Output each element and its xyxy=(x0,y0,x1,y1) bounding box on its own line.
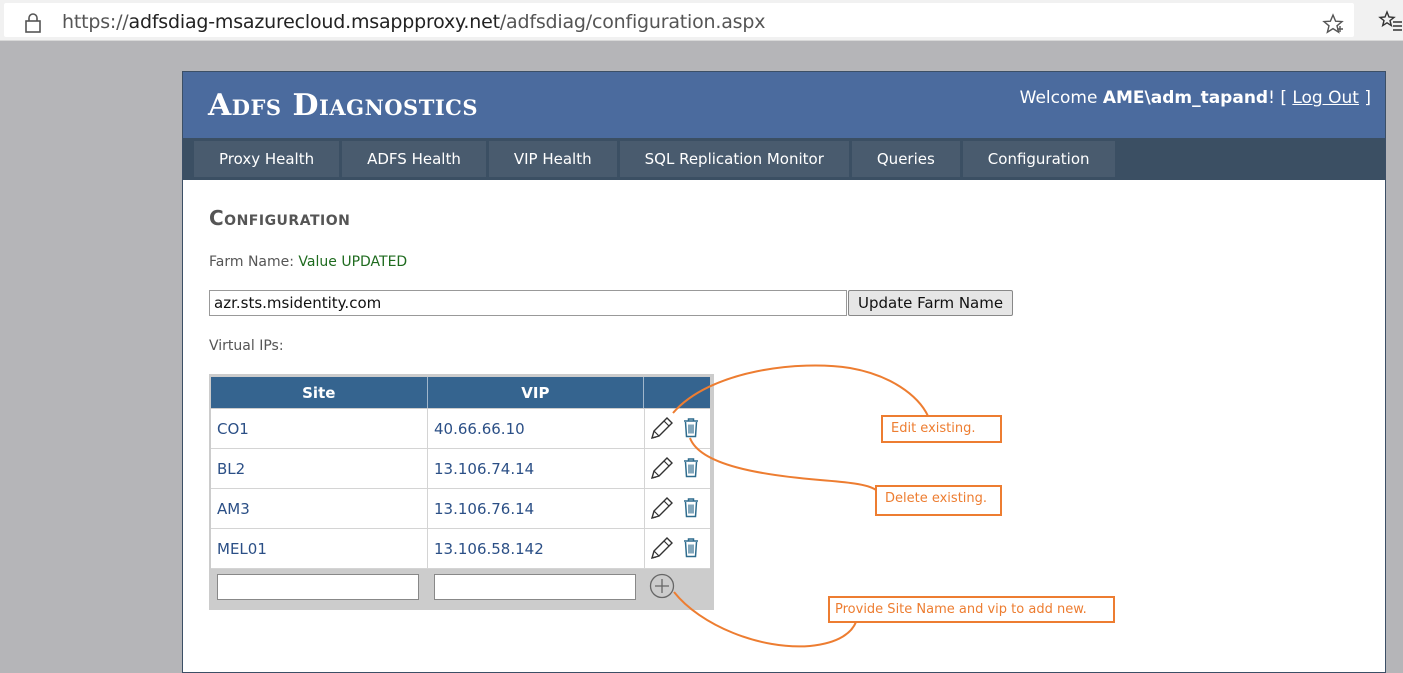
trash-icon[interactable] xyxy=(683,457,699,478)
new-vip-input[interactable] xyxy=(434,574,636,600)
url-text[interactable]: https://adfsdiag-msazurecloud.msappproxy… xyxy=(62,11,765,33)
site-cell: MEL01 xyxy=(211,529,428,568)
vip-cell: 40.66.66.10 xyxy=(428,409,645,448)
delete-annotation: Delete existing. xyxy=(875,485,1002,516)
column-header-actions xyxy=(644,377,710,408)
site-cell: BL2 xyxy=(211,449,428,488)
nav-bar: Proxy Health ADFS Health VIP Health SQL … xyxy=(183,138,1385,180)
edit-annotation: Edit existing. xyxy=(881,415,1002,443)
site-cell: CO1 xyxy=(211,409,428,448)
farm-status: Value UPDATED xyxy=(298,254,408,270)
table-row: BL2 13.106.74.14 xyxy=(211,449,710,489)
page-title: Configuration xyxy=(209,206,351,230)
user-name: AME\adm_tapand xyxy=(1102,88,1269,108)
site-cell: AM3 xyxy=(211,489,428,528)
farm-name-label: Farm Name: Value UPDATED xyxy=(209,254,408,270)
table-row: AM3 13.106.76.14 xyxy=(211,489,710,529)
vip-cell: 13.106.76.14 xyxy=(428,489,645,528)
logout-link[interactable]: Log Out xyxy=(1292,88,1359,108)
edit-icon[interactable] xyxy=(649,415,675,441)
star-icon[interactable] xyxy=(1322,13,1344,35)
table-row: CO1 40.66.66.10 xyxy=(211,409,710,449)
actions-cell xyxy=(645,449,710,488)
edit-icon[interactable] xyxy=(649,495,675,521)
vip-table: Site VIP CO1 40.66.66.10 BL2 13.106.74.1… xyxy=(209,374,714,610)
tab-configuration[interactable]: Configuration xyxy=(962,141,1115,177)
column-header-vip: VIP xyxy=(428,377,645,408)
edit-icon[interactable] xyxy=(649,535,675,561)
farm-name-input[interactable] xyxy=(209,290,847,316)
table-row: MEL01 13.106.58.142 xyxy=(211,529,710,569)
app-title: Adfs Diagnostics xyxy=(208,88,479,123)
welcome-text: Welcome AME\adm_tapand! [ Log Out ] xyxy=(1019,88,1371,108)
new-site-input[interactable] xyxy=(217,574,419,600)
tab-adfs-health[interactable]: ADFS Health xyxy=(342,141,486,177)
url-field[interactable]: https://adfsdiag-msazurecloud.msappproxy… xyxy=(4,3,1354,37)
column-header-site: Site xyxy=(211,377,428,408)
actions-cell xyxy=(645,409,710,448)
update-farm-name-button[interactable]: Update Farm Name xyxy=(848,290,1014,316)
lock-icon xyxy=(25,13,41,33)
add-icon[interactable] xyxy=(649,573,675,599)
actions-cell xyxy=(645,489,710,528)
table-header: Site VIP xyxy=(211,377,710,408)
adfs-page: Adfs Diagnostics Welcome AME\adm_tapand!… xyxy=(182,71,1386,673)
vip-cell: 13.106.74.14 xyxy=(428,449,645,488)
trash-icon[interactable] xyxy=(683,417,699,438)
virtual-ips-label: Virtual IPs: xyxy=(209,338,284,354)
actions-cell xyxy=(645,529,710,568)
edit-icon[interactable] xyxy=(649,455,675,481)
trash-icon[interactable] xyxy=(683,497,699,518)
add-annotation: Provide Site Name and vip to add new. xyxy=(828,596,1115,623)
browser-address-bar: https://adfsdiag-msazurecloud.msappproxy… xyxy=(0,0,1403,41)
vip-cell: 13.106.58.142 xyxy=(428,529,645,568)
tab-sql-replication-monitor[interactable]: SQL Replication Monitor xyxy=(619,141,849,177)
page-header: Adfs Diagnostics Welcome AME\adm_tapand!… xyxy=(183,72,1385,138)
favorites-icon[interactable] xyxy=(1378,10,1402,32)
tab-proxy-health[interactable]: Proxy Health xyxy=(194,141,340,177)
tab-vip-health[interactable]: VIP Health xyxy=(488,141,617,177)
trash-icon[interactable] xyxy=(683,537,699,558)
tab-queries[interactable]: Queries xyxy=(851,141,960,177)
